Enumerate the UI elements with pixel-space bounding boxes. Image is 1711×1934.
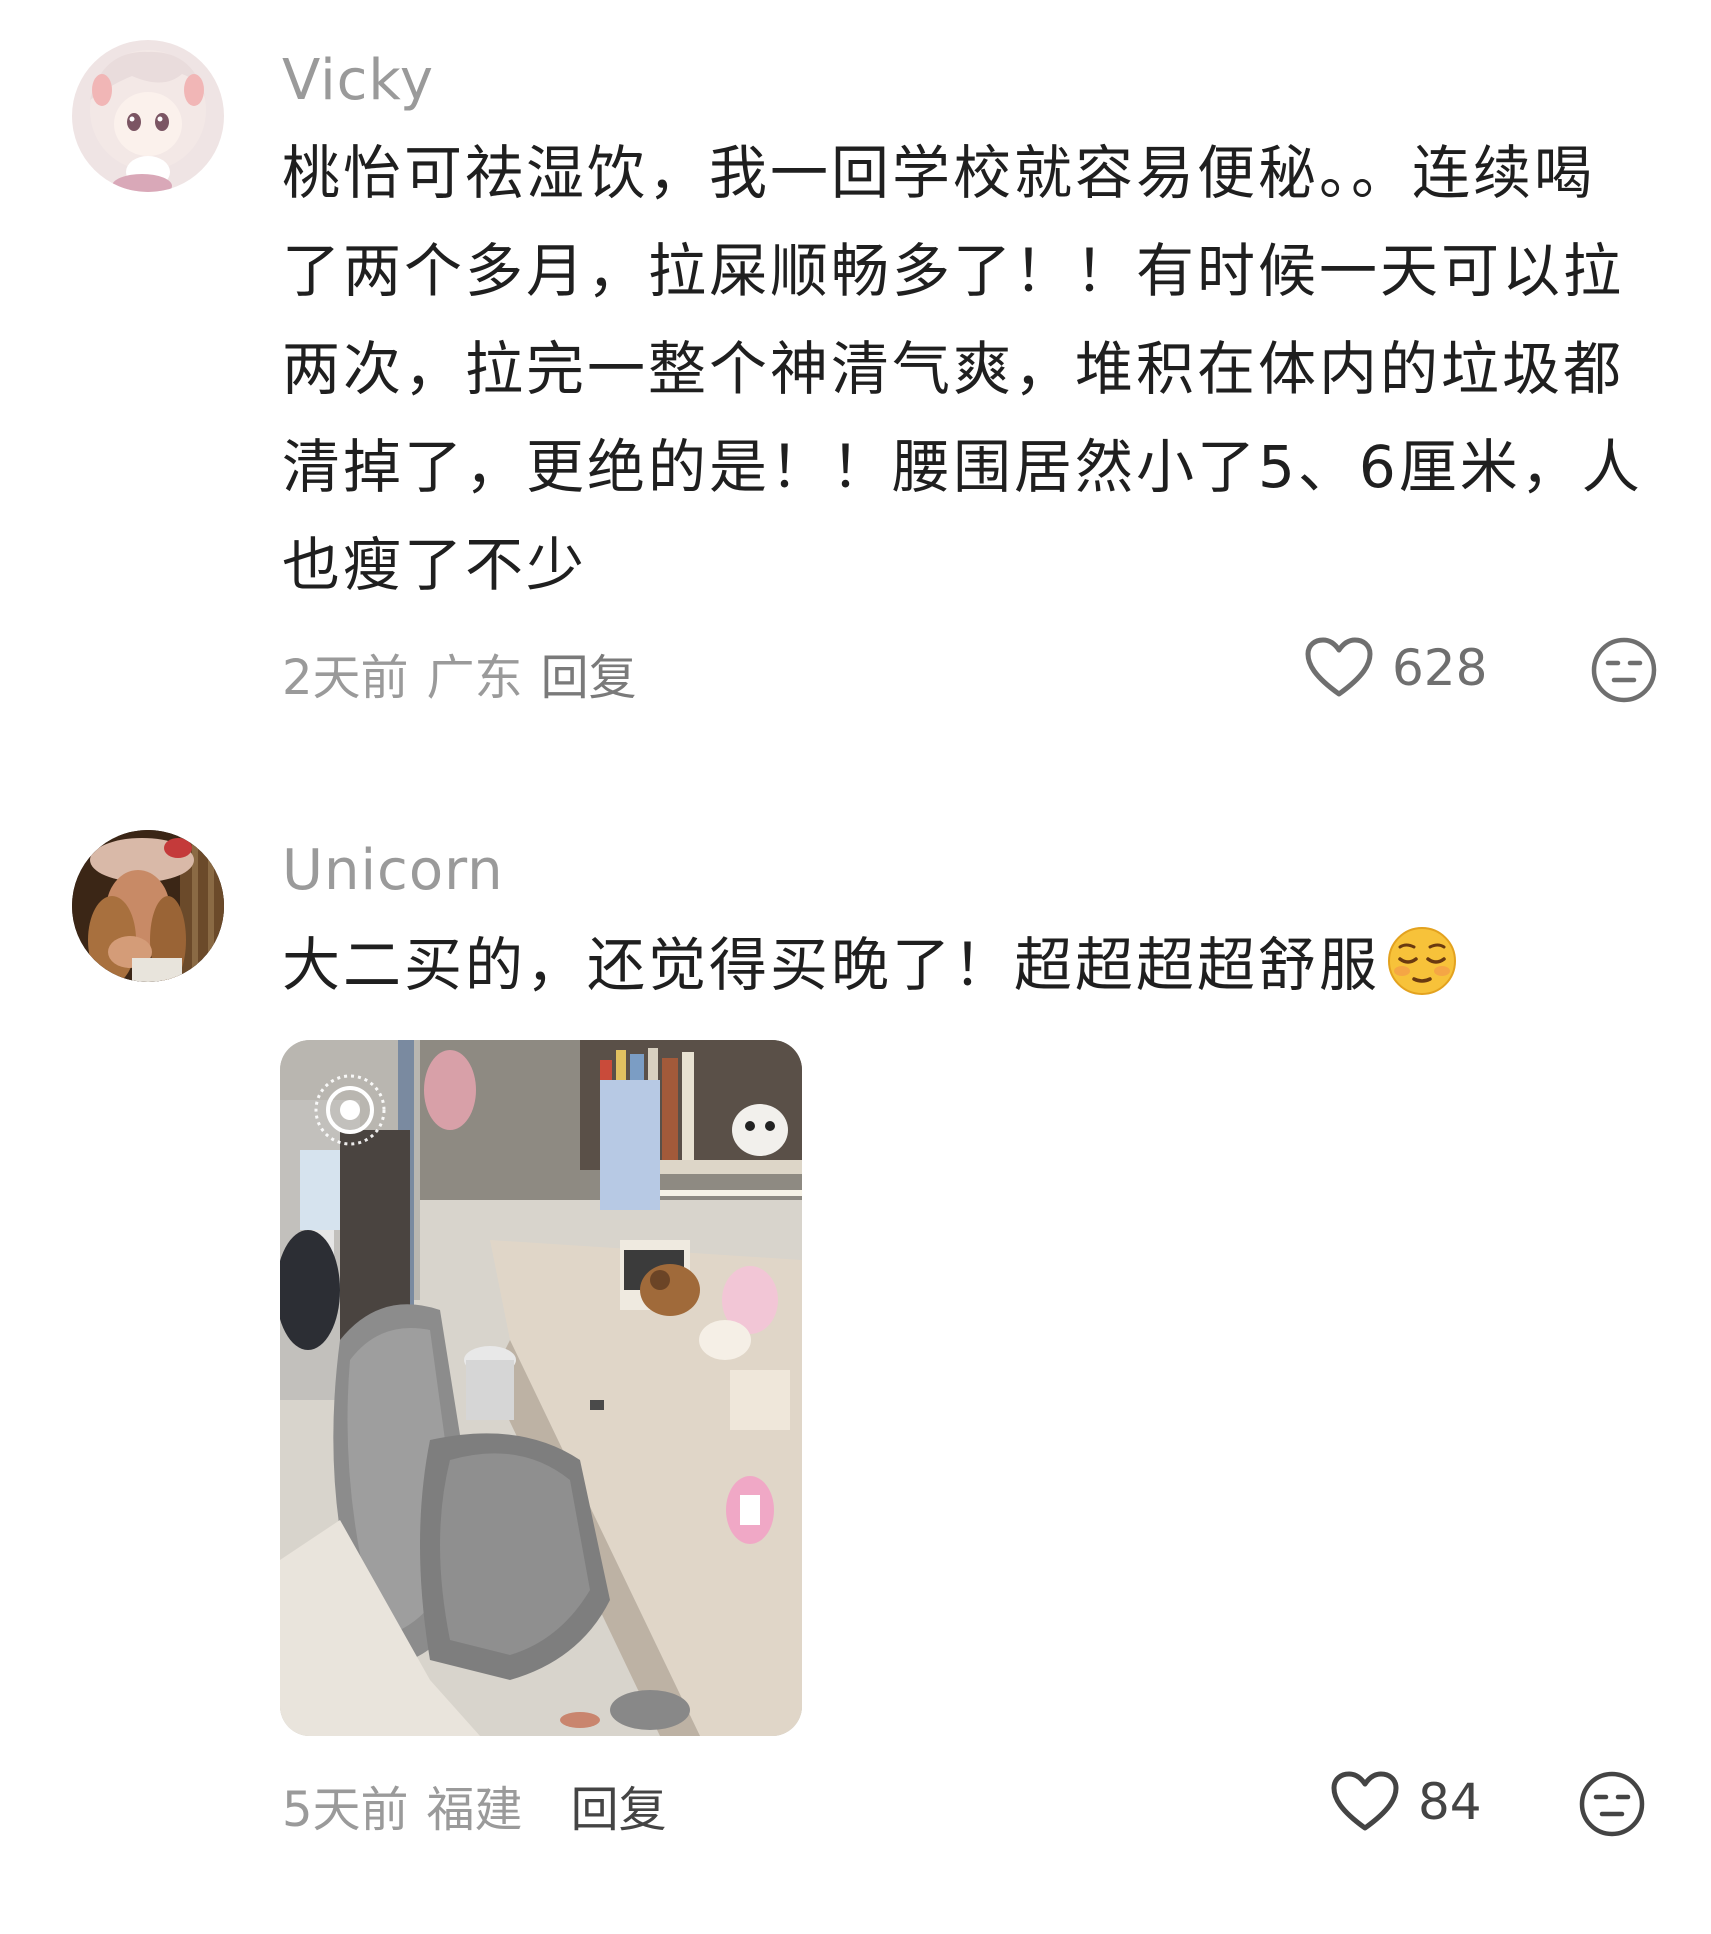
- comment-photo[interactable]: [280, 1040, 802, 1736]
- like-count: 84: [1418, 1773, 1482, 1831]
- username[interactable]: Unicorn: [282, 838, 504, 903]
- dorm-room-photo: [280, 1040, 802, 1736]
- neutral-face-icon: [1579, 1771, 1645, 1837]
- comment-text: 大二买的，还觉得买晚了！超超超超舒服: [282, 916, 1682, 1026]
- reaction-button[interactable]: [1578, 1770, 1646, 1842]
- like-button[interactable]: 84: [1330, 1770, 1482, 1834]
- avatar-image: [72, 830, 224, 982]
- comment-time: 5天前: [282, 1782, 409, 1838]
- comment-location: 福建: [426, 1782, 523, 1838]
- comment-meta: 5天前 福建 回复: [282, 1770, 685, 1840]
- avatar[interactable]: [72, 830, 224, 982]
- heart-outline-icon: [1331, 1771, 1399, 1831]
- comment-item: Unicorn 大二买的，还觉得买晚了！超超超超舒服 5天前 福建 回复 84: [0, 0, 1711, 1934]
- relieved-face-emoji: [1386, 925, 1458, 1026]
- comment-text-content: 大二买的，还觉得买晚了！超超超超舒服: [282, 931, 1381, 999]
- reply-button[interactable]: 回复: [571, 1782, 667, 1838]
